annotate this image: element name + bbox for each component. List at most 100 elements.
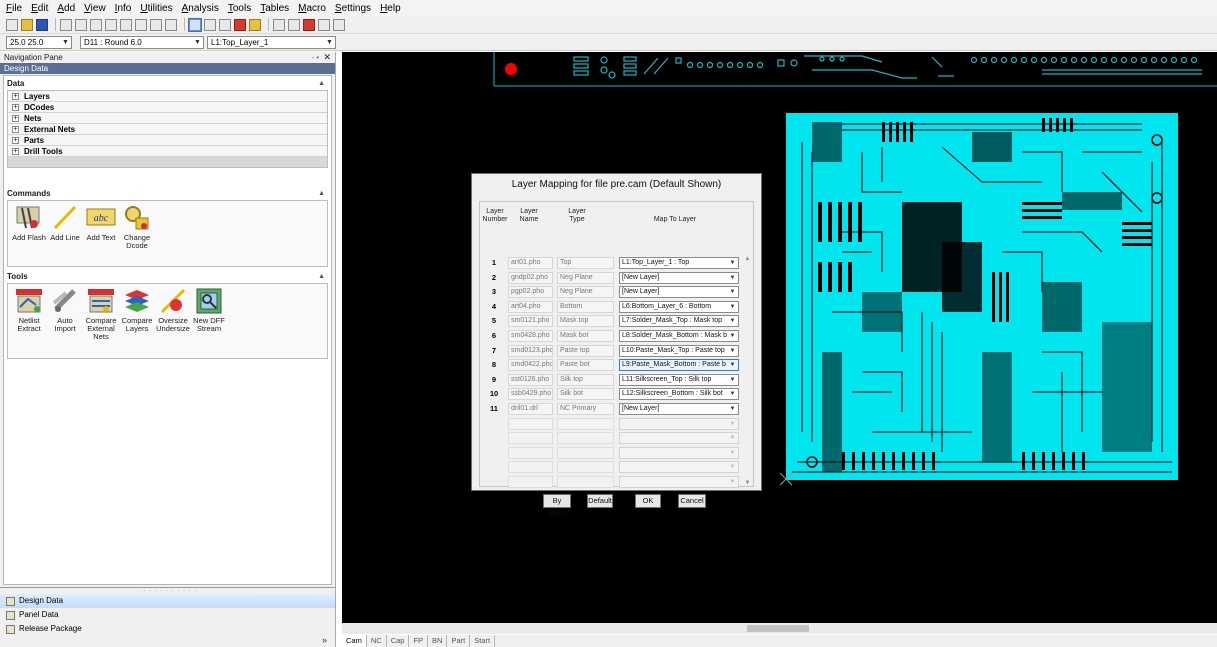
data-section-title[interactable]: Data ▲ xyxy=(4,76,331,90)
menu-tools[interactable]: Tools xyxy=(228,3,251,14)
highlight-icon[interactable] xyxy=(234,18,246,31)
pan-icon[interactable] xyxy=(135,18,147,31)
nav-section-panel-data[interactable]: Panel Data xyxy=(0,608,335,622)
map-to-layer-select[interactable]: ▼ xyxy=(619,417,739,430)
delete-icon[interactable] xyxy=(303,18,315,31)
map-to-layer-select[interactable]: ▼ xyxy=(619,446,739,459)
menu-info[interactable]: Info xyxy=(115,3,132,14)
map-to-layer-select[interactable]: ▼ xyxy=(619,476,739,488)
map-to-layer-select[interactable]: ▼ xyxy=(619,461,739,474)
layer-type: Bottom xyxy=(557,300,614,313)
eye-icon[interactable] xyxy=(90,18,102,31)
expand-icon[interactable]: + xyxy=(12,114,19,122)
expand-chevron-icon[interactable]: » xyxy=(322,635,327,645)
default-button[interactable]: Default xyxy=(587,494,613,508)
save-icon[interactable] xyxy=(36,18,48,31)
grid-select[interactable]: 25.0 25.0 ▼ xyxy=(6,36,72,49)
map-to-layer-select[interactable]: L1:Top_Layer_1 : Top ▼ xyxy=(619,257,739,269)
map-to-layer-select[interactable]: L10:Paste_Mask_Top : Paste top ▼ xyxy=(619,344,739,357)
tab-cam[interactable]: Cam xyxy=(342,635,367,647)
expand-icon[interactable]: + xyxy=(12,103,19,111)
menu-tables[interactable]: Tables xyxy=(260,3,289,14)
scrollbar-thumb[interactable] xyxy=(747,625,809,632)
add-flash-button[interactable]: Add Flash xyxy=(10,204,48,242)
expand-icon[interactable]: + xyxy=(12,92,19,100)
menu-settings[interactable]: Settings xyxy=(335,3,371,14)
menu-file[interactable]: File xyxy=(6,3,22,14)
menu-macro[interactable]: Macro xyxy=(298,3,326,14)
layer-row: 11 dril01.drl NC Primary [New Layer] ▼ xyxy=(480,402,750,416)
zoom-icon[interactable] xyxy=(120,18,132,31)
new-dff-stream-button[interactable]: New DFF Stream xyxy=(190,287,228,333)
map-to-layer-select[interactable]: L8:Solder_Mask_Bottom : Mask b ▼ xyxy=(619,330,739,342)
tree-item-layers[interactable]: + Layers xyxy=(8,91,327,102)
new-file-icon[interactable] xyxy=(6,18,18,31)
compare-external-nets-label: Compare External Nets xyxy=(85,316,117,341)
tools-section-title[interactable]: Tools ▲ xyxy=(4,269,331,283)
tree-item-external-nets[interactable]: + External Nets xyxy=(8,124,327,135)
measure-icon[interactable] xyxy=(105,18,117,31)
grid-icon[interactable] xyxy=(60,18,72,31)
menu-analysis[interactable]: Analysis xyxy=(182,3,219,14)
tree-item-dcodes[interactable]: + DCodes xyxy=(8,102,327,113)
map-to-layer-select[interactable]: ▼ xyxy=(619,432,739,445)
move-icon[interactable] xyxy=(273,18,285,31)
close-icon[interactable]: ✕ xyxy=(323,52,331,63)
compare-layers-button[interactable]: Compare Layers xyxy=(118,287,156,333)
layers-icon[interactable] xyxy=(165,18,177,31)
fill-icon[interactable] xyxy=(249,18,261,31)
mirror-icon[interactable] xyxy=(333,18,345,31)
menu-add[interactable]: Add xyxy=(57,3,75,14)
map-to-layer-select[interactable]: [New Layer] ▼ xyxy=(619,271,739,284)
tab-part[interactable]: Part xyxy=(447,635,471,647)
map-to-layer-select[interactable]: L7:Solder_Mask_Top : Mask top ▼ xyxy=(619,315,739,328)
copy-icon[interactable] xyxy=(288,18,300,31)
rotate-icon[interactable] xyxy=(318,18,330,31)
map-to-layer-select[interactable]: L11:Silkscreen_Top : Silk top ▼ xyxy=(619,373,739,386)
tree-item-nets[interactable]: + Nets xyxy=(8,113,327,124)
map-to-layer-select[interactable]: L12:Silkscreen_Bottom : Silk bot ▼ xyxy=(619,388,739,401)
menu-view[interactable]: View xyxy=(84,3,106,14)
map-to-layer-select[interactable]: L6:Bottom_Layer_6 : Bottom ▼ xyxy=(619,300,739,313)
tree-item-drill-tools[interactable]: + Drill Tools xyxy=(8,146,327,157)
select-mode-icon[interactable] xyxy=(188,17,202,32)
netlist-extract-button[interactable]: Netlist Extract xyxy=(10,287,48,333)
tab-cap[interactable]: Cap xyxy=(387,635,410,647)
pin-icon[interactable]: - • xyxy=(311,52,319,63)
menu-edit[interactable]: Edit xyxy=(31,3,48,14)
tab-start[interactable]: Start xyxy=(470,635,496,647)
nav-section-design-data[interactable]: Design Data xyxy=(0,594,335,608)
nav-section-release-package[interactable]: Release Package xyxy=(0,622,335,636)
commands-section-title[interactable]: Commands ▲ xyxy=(4,186,331,200)
layer-select[interactable]: L1:Top_Layer_1 ▼ xyxy=(207,36,336,49)
auto-import-button[interactable]: Auto Import xyxy=(46,287,84,333)
expand-icon[interactable]: + xyxy=(12,147,19,155)
window-icon[interactable] xyxy=(150,18,162,31)
tab-nc[interactable]: NC xyxy=(367,635,387,647)
ok-button[interactable]: OK xyxy=(635,494,661,508)
expand-icon[interactable]: + xyxy=(12,125,19,133)
tree-item-parts[interactable]: + Parts xyxy=(8,135,327,146)
add-text-button[interactable]: abc Add Text xyxy=(82,204,120,242)
add-line-button[interactable]: Add Line xyxy=(46,204,84,242)
dots-grid-icon[interactable] xyxy=(219,18,231,31)
dcode-select[interactable]: D11 : Round 6.0 ▼ xyxy=(80,36,204,49)
snap-icon[interactable] xyxy=(75,18,87,31)
tab-fp[interactable]: FP xyxy=(409,635,429,647)
by-num-button[interactable]: By Num xyxy=(543,494,571,517)
open-file-icon[interactable] xyxy=(21,18,33,31)
table-icon[interactable] xyxy=(204,18,216,31)
canvas-horizontal-scrollbar[interactable] xyxy=(342,623,1217,634)
change-dcode-button[interactable]: Change Dcode xyxy=(118,204,156,250)
expand-icon[interactable]: + xyxy=(12,136,19,144)
oversize-undersize-button[interactable]: Oversize Undersize xyxy=(154,287,192,333)
map-to-layer-select[interactable]: [New Layer] ▼ xyxy=(619,286,739,299)
menu-utilities[interactable]: Utilities xyxy=(140,3,172,14)
collapse-icon[interactable]: ▲ xyxy=(318,76,325,92)
cancel-button[interactable]: Cancel xyxy=(678,494,706,508)
compare-external-nets-button[interactable]: Compare External Nets xyxy=(82,287,120,341)
menu-help[interactable]: Help xyxy=(380,3,401,14)
map-to-layer-select[interactable]: L9:Paste_Mask_Bottom : Paste b ▼ xyxy=(619,359,739,372)
map-to-layer-select[interactable]: [New Layer] ▼ xyxy=(619,403,739,415)
tab-bn[interactable]: BN xyxy=(428,635,448,647)
